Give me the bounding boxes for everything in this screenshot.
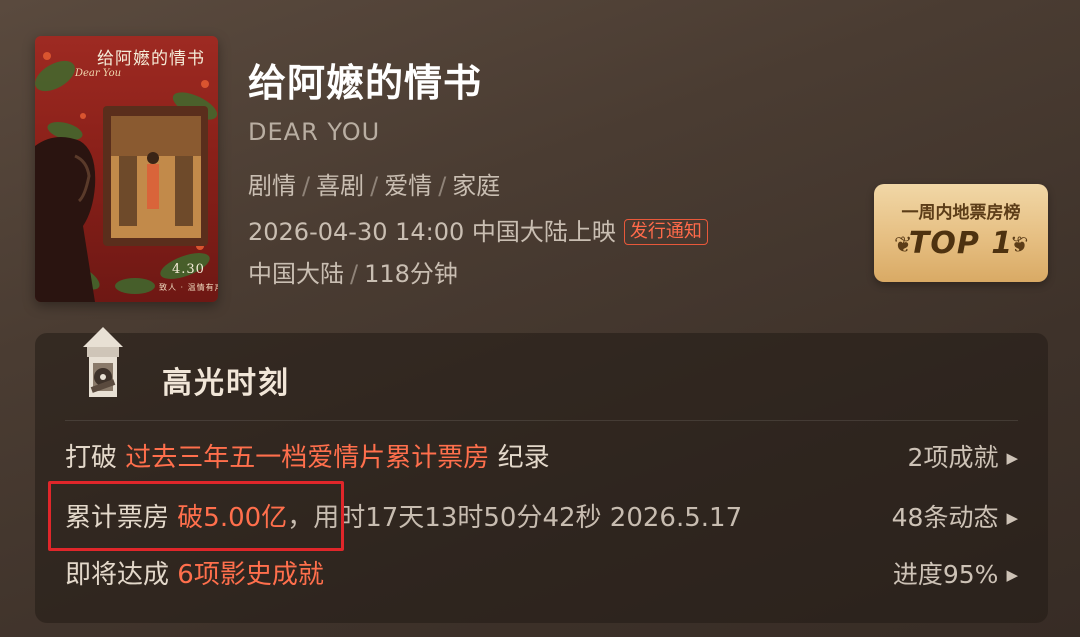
highlight-row[interactable]: 即将达成 6项影史成就 进度95% ▶ <box>65 555 1018 595</box>
movie-title: 给阿嬷的情书 <box>248 61 483 105</box>
genre-item: 喜剧 <box>316 172 365 200</box>
movie-poster[interactable]: 给阿嬷的情书 Dear You 4.30 致人 · 温情有声 <box>35 36 218 302</box>
chevron-right-icon: ▶ <box>1006 449 1018 467</box>
release-info: 2026-04-30 14:00 中国大陆上映 发行通知 <box>248 212 708 248</box>
genre-item: 剧情 <box>248 172 296 200</box>
row-prefix: 即将达成 <box>65 560 170 590</box>
progress-link[interactable]: 进度95% ▶ <box>893 555 1018 598</box>
genre-item: 家庭 <box>452 172 501 200</box>
row-suffix: 纪录 <box>497 443 550 473</box>
genre-item: 爱情 <box>384 172 433 200</box>
poster-date: 4.30 <box>172 262 205 277</box>
row-prefix: 打破 <box>65 443 118 473</box>
annotation-highlight-box <box>48 481 344 551</box>
divider <box>65 420 1018 421</box>
highlights-title: 高光时刻 <box>162 366 290 401</box>
row-right-label: 48条动态 <box>891 503 999 532</box>
film-reel-icon <box>83 327 123 397</box>
row-highlight: 过去三年五一档爱情片累计票房 <box>125 443 490 473</box>
separator: / <box>350 260 359 288</box>
highlights-panel: 高光时刻 打破 过去三年五一档爱情片累计票房 纪录 2项成就 ▶ 累计票房 破5.… <box>35 327 1048 623</box>
chevron-right-icon: ▶ <box>1006 509 1018 527</box>
chevron-right-icon: ▶ <box>1006 566 1018 584</box>
separator: / <box>302 172 311 200</box>
laurel-icon: ❦ <box>1009 233 1028 258</box>
achievements-link[interactable]: 2项成就 ▶ <box>908 438 1018 481</box>
release-notice-badge[interactable]: 发行通知 <box>623 219 708 245</box>
updates-link[interactable]: 48条动态 ▶ <box>892 498 1018 541</box>
row-highlight: 6项影史成就 <box>177 560 324 590</box>
movie-english-title: DEAR YOU <box>248 118 381 146</box>
region: 中国大陆 <box>248 260 344 288</box>
poster-title: 给阿嬷的情书 <box>97 49 205 69</box>
duration: 118分钟 <box>364 260 458 288</box>
region-duration: 中国大陆/118分钟 <box>248 254 458 289</box>
row-right-label: 2项成就 <box>907 443 999 472</box>
row-right-label: 进度95% <box>892 560 999 589</box>
separator: / <box>438 172 447 200</box>
highlight-row[interactable]: 打破 过去三年五一档爱情片累计票房 纪录 2项成就 ▶ <box>65 438 1018 478</box>
rank-badge-label: 一周内地票房榜 <box>901 203 1021 223</box>
poster-english-title: Dear You <box>75 68 122 79</box>
poster-tagline: 致人 · 温情有声 <box>159 283 218 292</box>
separator: / <box>370 172 379 200</box>
box-office-rank-badge[interactable]: 一周内地票房榜 ❦ TOP 1 ❦ <box>874 184 1048 282</box>
row-suffix: ，用时17天13时50分42秒 2026.5.17 <box>287 503 743 533</box>
genre-list: 剧情 / 喜剧 / 爱情 / 家庭 <box>248 166 500 201</box>
release-date: 2026-04-30 14:00 中国大陆上映 <box>248 218 616 246</box>
